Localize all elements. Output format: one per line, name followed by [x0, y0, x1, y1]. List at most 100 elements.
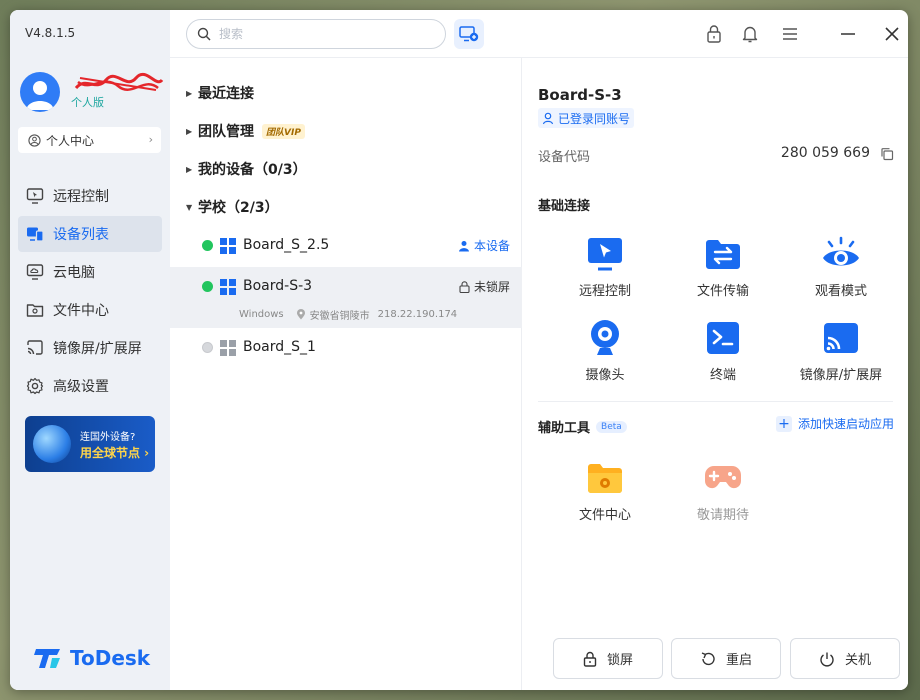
- close-button[interactable]: [882, 24, 902, 44]
- todesk-window: V4.8.1.5 个人版 个人中心 › 远程控制 设备列表 云电脑 文件中心 镜…: [10, 10, 908, 690]
- global-node-promo[interactable]: 连国外设备? 用全球节点 ›: [25, 416, 155, 472]
- group-recent[interactable]: ▶ 最近连接: [186, 82, 254, 104]
- minimize-icon: [841, 33, 855, 35]
- sidebar-item-label: 高级设置: [53, 379, 109, 395]
- tile-label: 摄像头: [585, 368, 625, 383]
- add-quick-launch-button[interactable]: + 添加快速启动应用: [775, 415, 894, 432]
- restart-button[interactable]: 重启: [671, 638, 781, 679]
- promo-line2: 用全球节点 ›: [80, 446, 150, 460]
- lock-icon: [583, 651, 597, 667]
- windows-icon: [220, 279, 236, 295]
- basic-connection-title: 基础连接: [538, 199, 591, 214]
- add-quick-label: 添加快速启动应用: [797, 417, 894, 431]
- sidebar-item-remote-control[interactable]: 远程控制: [18, 178, 162, 214]
- device-tag-label: 本设备: [473, 239, 510, 253]
- sidebar-item-advanced-settings[interactable]: 高级设置: [18, 368, 162, 404]
- cast-icon: [821, 318, 861, 358]
- globe-icon: [33, 425, 71, 463]
- personal-center-label: 个人中心: [46, 133, 95, 148]
- sidebar-item-cloud-pc[interactable]: 云电脑: [18, 254, 162, 290]
- minimize-button[interactable]: [838, 24, 858, 44]
- tile-terminal[interactable]: 终端: [664, 318, 782, 388]
- group-label: 学校（2/3）: [198, 200, 279, 216]
- windows-icon: [220, 238, 236, 254]
- copy-icon: [881, 148, 894, 161]
- lock-screen-button[interactable]: 锁屏: [553, 638, 663, 679]
- group-my-devices[interactable]: ▶ 我的设备（0/3）: [186, 158, 307, 180]
- device-detail-panel: Board-S-3 已登录同账号 设备代码 280 059 669 基础连接 远…: [523, 58, 908, 690]
- power-icon: [819, 651, 835, 667]
- sidebar: V4.8.1.5 个人版 个人中心 › 远程控制 设备列表 云电脑 文件中心 镜…: [10, 10, 170, 690]
- logo-text: ToDesk: [70, 646, 151, 670]
- tile-label: 终端: [709, 368, 736, 383]
- restart-icon: [700, 651, 716, 667]
- tile-coming-soon: 敬请期待: [664, 458, 782, 528]
- caret-right-icon: ▶: [186, 88, 193, 98]
- restart-label: 重启: [725, 653, 752, 668]
- search-icon: [197, 27, 211, 41]
- device-name: Board_S_2.5: [243, 237, 330, 253]
- sidebar-item-mirror-screen[interactable]: 镜像屏/扩展屏: [18, 330, 162, 366]
- device-code-value: 280 059 669: [780, 145, 870, 161]
- device-row[interactable]: Board_S_2.5 本设备: [170, 226, 522, 266]
- tile-file-center[interactable]: 文件中心: [546, 458, 664, 528]
- user-icon: [458, 240, 469, 251]
- sidebar-item-device-list[interactable]: 设备列表: [18, 216, 162, 252]
- sidebar-item-label: 云电脑: [53, 265, 95, 281]
- windows-icon: [220, 340, 236, 356]
- avatar[interactable]: [20, 72, 60, 112]
- sidebar-item-file-center[interactable]: 文件中心: [18, 292, 162, 328]
- unlock-icon: [459, 280, 470, 293]
- eye-icon: [821, 234, 861, 274]
- shutdown-button[interactable]: 关机: [790, 638, 900, 679]
- chevron-right-icon: ›: [148, 133, 153, 146]
- search-box[interactable]: [186, 19, 446, 49]
- aux-tools-title: 辅助工具 Beta: [538, 417, 627, 436]
- todesk-logo-icon: [34, 649, 60, 668]
- tile-file-transfer[interactable]: 文件传输: [664, 234, 782, 304]
- group-label: 最近连接: [198, 86, 254, 102]
- menu-button[interactable]: [780, 24, 800, 44]
- device-os: Windows: [239, 309, 284, 320]
- tile-mirror-screen[interactable]: 镜像屏/扩展屏: [782, 318, 900, 388]
- user-circle-icon: [28, 133, 41, 147]
- device-list-icon: [26, 225, 44, 243]
- device-row[interactable]: Board_S_1: [170, 328, 522, 368]
- lock-icon: [707, 25, 721, 43]
- search-input[interactable]: [219, 27, 419, 41]
- add-device-button[interactable]: [454, 19, 484, 49]
- plus-icon: +: [775, 415, 792, 432]
- device-code-label: 设备代码: [538, 150, 591, 165]
- tile-camera[interactable]: 摄像头: [546, 318, 664, 388]
- gamepad-icon: [703, 458, 743, 498]
- add-device-icon: [459, 26, 479, 42]
- folder-icon: [26, 301, 44, 319]
- monitor-cursor-icon: [26, 187, 44, 205]
- section-divider: [538, 401, 893, 402]
- lock-button[interactable]: [704, 24, 724, 44]
- device-row-selected[interactable]: Board-S-3 未锁屏 Windows 安徽省铜陵市 218.22.190.…: [170, 267, 522, 328]
- detail-device-title: Board-S-3: [538, 86, 622, 104]
- group-school[interactable]: ▼ 学校（2/3）: [186, 196, 279, 218]
- group-team[interactable]: ▶ 团队管理 团队VIP: [186, 120, 305, 142]
- tile-label: 镜像屏/扩展屏: [799, 368, 883, 383]
- device-location: 安徽省铜陵市: [309, 311, 370, 322]
- sidebar-item-label: 远程控制: [53, 189, 109, 205]
- sidebar-nav: 远程控制 设备列表 云电脑 文件中心 镜像屏/扩展屏 高级设置: [18, 178, 162, 406]
- cloud-pc-icon: [26, 263, 44, 281]
- cast-icon: [26, 339, 44, 357]
- copy-code-button[interactable]: [880, 146, 894, 165]
- caret-right-icon: ▶: [186, 126, 193, 136]
- personal-center-button[interactable]: 个人中心 ›: [18, 127, 161, 153]
- folder-gear-icon: [585, 458, 625, 498]
- tile-remote-control[interactable]: 远程控制: [546, 234, 664, 304]
- terminal-icon: [703, 318, 743, 358]
- device-info-line: Windows 安徽省铜陵市 218.22.190.174: [239, 307, 457, 322]
- sidebar-item-label: 文件中心: [53, 303, 109, 319]
- notification-button[interactable]: [740, 24, 760, 44]
- tile-label: 观看模式: [814, 284, 867, 299]
- edition-label: 个人版: [71, 96, 104, 109]
- caret-right-icon: ▶: [186, 164, 193, 174]
- same-account-label: 已登录同账号: [558, 111, 631, 126]
- tile-watch-mode[interactable]: 观看模式: [782, 234, 900, 304]
